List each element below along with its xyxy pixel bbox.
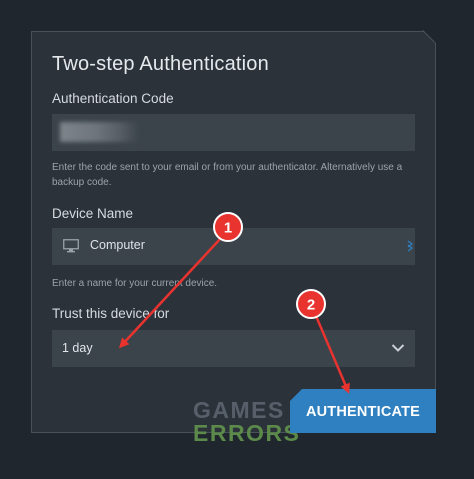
step-2-annotation: 2 xyxy=(296,289,350,394)
step-1-annotation: 1 xyxy=(118,212,243,349)
screen: Two-step Authentication Authentication C… xyxy=(0,0,474,479)
annotation-layer: 1 2 xyxy=(118,212,350,394)
step-2-arrow xyxy=(314,315,350,394)
step-2-number: 2 xyxy=(307,297,315,314)
step-1-arrow xyxy=(118,237,222,349)
step-1-number: 1 xyxy=(224,220,232,237)
